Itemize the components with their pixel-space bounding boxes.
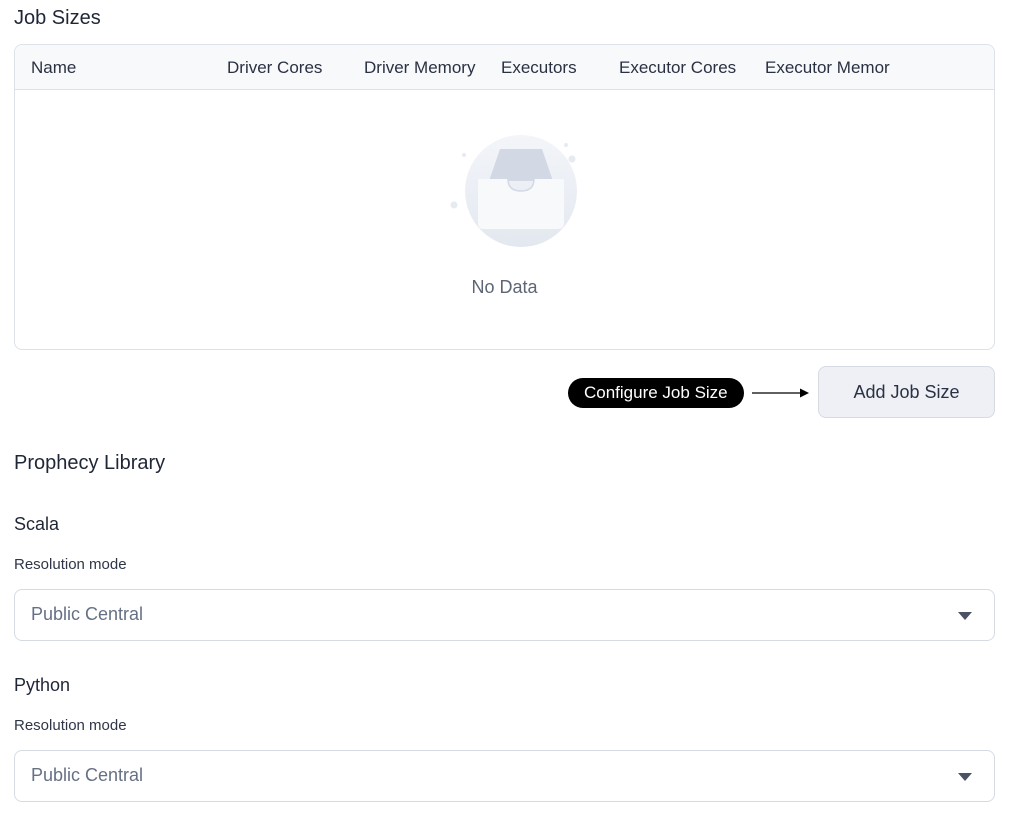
column-header-executors: Executors [501, 58, 577, 77]
column-header-name: Name [31, 58, 77, 77]
scala-title: Scala [14, 514, 60, 534]
job-sizes-table: Name Driver Cores Driver Memory Executor… [14, 44, 995, 350]
column-header-driver-cores: Driver Cores [227, 58, 323, 77]
column-header-executor-cores: Executor Cores [619, 58, 737, 77]
job-sizes-title: Job Sizes [14, 7, 101, 29]
scala-resolution-mode-value: Public Central [31, 604, 144, 624]
scala-resolution-mode-label: Resolution mode [14, 556, 127, 573]
empty-state-text: No Data [471, 277, 538, 297]
prophecy-library-title: Prophecy Library [14, 452, 166, 474]
chevron-down-icon[interactable] [958, 773, 972, 781]
table-header: Name Driver Cores Driver Memory Executor… [15, 45, 994, 90]
arrow-right-icon [752, 388, 809, 398]
page: Job Sizes Name Driver Cores Driver Memor… [0, 0, 1024, 836]
python-resolution-mode-label: Resolution mode [14, 717, 127, 734]
chevron-down-icon[interactable] [958, 612, 972, 620]
python-resolution-mode-value: Public Central [31, 765, 144, 785]
configure-job-size-callout: Configure Job Size [568, 378, 744, 408]
add-job-size-button[interactable]: Add Job Size [818, 366, 995, 418]
column-header-executor-memory: Executor Memor [765, 58, 890, 77]
empty-inbox-icon [450, 135, 577, 247]
scala-resolution-mode-select[interactable]: Public Central [14, 589, 995, 641]
python-title: Python [14, 675, 71, 695]
empty-state: No Data [15, 91, 994, 349]
python-resolution-mode-select[interactable]: Public Central [14, 750, 995, 802]
column-header-driver-memory: Driver Memory [364, 58, 476, 77]
